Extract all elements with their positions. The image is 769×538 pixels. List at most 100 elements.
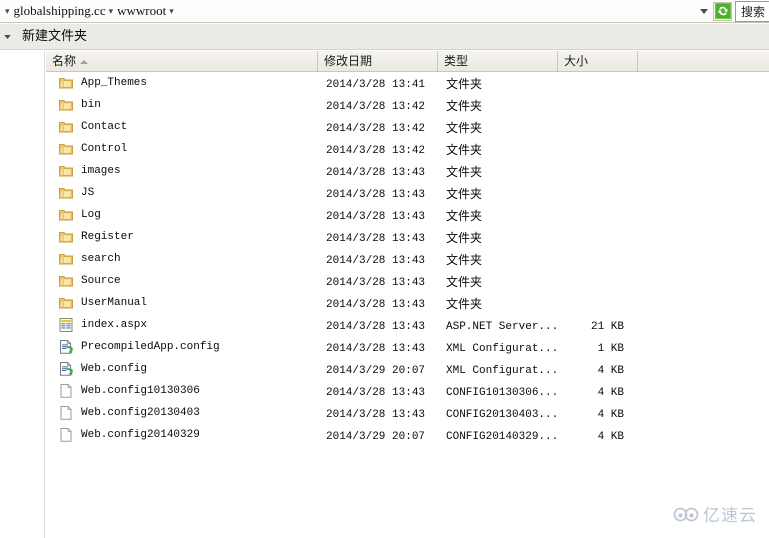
column-header-size[interactable]: 大小 — [558, 51, 638, 71]
folder-icon — [58, 163, 74, 179]
table-row[interactable]: JS 2014/3/28 13:43 文件夹 — [46, 182, 769, 204]
cell-date: 2014/3/28 13:42 — [318, 98, 438, 113]
table-row[interactable]: Log 2014/3/28 13:43 文件夹 — [46, 204, 769, 226]
folder-icon — [58, 97, 74, 113]
table-row[interactable]: index.aspx 2014/3/28 13:43 ASP.NET Server.… — [46, 314, 769, 336]
file-name-label: App_Themes — [81, 77, 148, 89]
table-row[interactable]: search 2014/3/28 13:43 文件夹 — [46, 248, 769, 270]
file-date-label: 2014/3/28 13:41 — [326, 78, 426, 91]
file-type-label: 文件夹 — [446, 164, 483, 179]
column-header-name[interactable]: 名称 — [46, 51, 318, 71]
file-type-label: 文件夹 — [446, 274, 483, 289]
cell-date: 2014/3/28 13:43 — [318, 186, 438, 201]
toolbar-overflow-icon[interactable] — [0, 24, 14, 50]
breadcrumb-leading-chevron-icon[interactable]: ▾ — [5, 6, 10, 16]
table-row[interactable]: images 2014/3/28 13:43 文件夹 — [46, 160, 769, 182]
cell-size: 4 KB — [558, 384, 638, 399]
file-name-label: Register — [81, 231, 134, 243]
cell-date: 2014/3/29 20:07 — [318, 362, 438, 377]
cell-name[interactable]: index.aspx — [46, 317, 318, 333]
new-folder-button[interactable]: 新建文件夹 — [14, 24, 95, 50]
cell-name[interactable]: Log — [46, 207, 318, 223]
column-header-date[interactable]: 修改日期 — [318, 51, 438, 71]
column-header-filler[interactable] — [638, 51, 769, 71]
cell-date: 2014/3/28 13:42 — [318, 120, 438, 135]
cell-name[interactable]: JS — [46, 185, 318, 201]
breadcrumb[interactable]: ▾ globalshipping.cc ▾ wwwroot ▾ — [0, 1, 696, 22]
file-date-label: 2014/3/28 13:43 — [326, 254, 426, 267]
table-row[interactable]: PrecompiledApp.config 2014/3/28 13:43 XML … — [46, 336, 769, 358]
cell-name[interactable]: Web.config20130403 — [46, 405, 318, 421]
cell-date: 2014/3/28 13:43 — [318, 296, 438, 311]
cell-name[interactable]: Source — [46, 273, 318, 289]
file-date-label: 2014/3/28 13:43 — [326, 276, 426, 289]
cell-name[interactable]: Contact — [46, 119, 318, 135]
file-type-label: 文件夹 — [446, 208, 483, 223]
search-input[interactable]: 搜索 — [735, 0, 769, 22]
folder-icon — [58, 273, 74, 289]
column-header-type[interactable]: 类型 — [438, 51, 558, 71]
file-name-label: Web.config20140329 — [81, 429, 200, 441]
breadcrumb-chevron-icon-1[interactable]: ▾ — [109, 6, 114, 16]
refresh-button[interactable] — [713, 1, 732, 21]
file-size-label: 21 KB — [590, 320, 624, 333]
folder-icon — [58, 207, 74, 223]
table-row[interactable]: Web.config 2014/3/29 20:07 XML Configurat.… — [46, 358, 769, 380]
cell-name[interactable]: App_Themes — [46, 75, 318, 91]
cell-name[interactable]: PrecompiledApp.config — [46, 339, 318, 355]
cell-type: 文件夹 — [438, 185, 558, 202]
xml-config-file-icon — [58, 361, 74, 377]
table-row[interactable]: Web.config20130403 2014/3/28 13:43 CONFIG2… — [46, 402, 769, 424]
file-date-label: 2014/3/28 13:43 — [326, 166, 426, 179]
breadcrumb-item-site[interactable]: globalshipping.cc — [14, 3, 106, 19]
file-size-label: 4 KB — [597, 386, 624, 399]
cell-type: ASP.NET Server... — [438, 318, 558, 333]
file-date-label: 2014/3/28 13:43 — [326, 408, 426, 421]
table-row[interactable]: App_Themes 2014/3/28 13:41 文件夹 — [46, 72, 769, 94]
breadcrumb-chevron-icon-2[interactable]: ▾ — [169, 6, 174, 16]
cell-type: 文件夹 — [438, 295, 558, 312]
file-name-label: UserManual — [81, 297, 148, 309]
cell-size: 4 KB — [558, 362, 638, 377]
table-row[interactable]: Register 2014/3/28 13:43 文件夹 — [46, 226, 769, 248]
address-bar[interactable]: ▾ globalshipping.cc ▾ wwwroot ▾ 搜索 — [0, 0, 769, 23]
table-row[interactable]: Contact 2014/3/28 13:42 文件夹 — [46, 116, 769, 138]
file-type-label: XML Configurat... — [446, 364, 559, 377]
address-dropdown-icon[interactable] — [696, 1, 712, 22]
file-name-label: Log — [81, 209, 101, 221]
table-row[interactable]: Source 2014/3/28 13:43 文件夹 — [46, 270, 769, 292]
folder-icon — [58, 185, 74, 201]
cloud-logo-icon — [673, 507, 699, 521]
file-type-label: 文件夹 — [446, 142, 483, 157]
file-name-label: PrecompiledApp.config — [81, 341, 220, 353]
cell-name[interactable]: UserManual — [46, 295, 318, 311]
explorer-window: ▾ globalshipping.cc ▾ wwwroot ▾ 搜索 新建文件夹 — [0, 0, 769, 538]
table-row[interactable]: Web.config20140329 2014/3/29 20:07 CONFIG2… — [46, 424, 769, 446]
command-toolbar: 新建文件夹 — [0, 24, 769, 50]
file-name-label: Web.config — [81, 363, 148, 375]
navigation-pane[interactable] — [0, 51, 45, 538]
cell-name[interactable]: Web.config — [46, 361, 318, 377]
file-size-label: 4 KB — [597, 364, 624, 377]
cell-name[interactable]: bin — [46, 97, 318, 113]
file-type-label: CONFIG20130403... — [446, 408, 559, 421]
cell-name[interactable]: Web.config10130306 — [46, 383, 318, 399]
cell-name[interactable]: Register — [46, 229, 318, 245]
table-row[interactable]: Web.config10130306 2014/3/28 13:43 CONFIG1… — [46, 380, 769, 402]
generic-file-icon — [58, 405, 74, 421]
table-row[interactable]: bin 2014/3/28 13:42 文件夹 — [46, 94, 769, 116]
file-date-label: 2014/3/28 13:43 — [326, 232, 426, 245]
file-type-label: ASP.NET Server... — [446, 320, 559, 333]
breadcrumb-item-wwwroot[interactable]: wwwroot — [117, 3, 166, 19]
cell-type: 文件夹 — [438, 119, 558, 136]
file-type-label: CONFIG10130306... — [446, 386, 559, 399]
cell-name[interactable]: Control — [46, 141, 318, 157]
table-row[interactable]: Control 2014/3/28 13:42 文件夹 — [46, 138, 769, 160]
table-row[interactable]: UserManual 2014/3/28 13:43 文件夹 — [46, 292, 769, 314]
file-date-label: 2014/3/28 13:42 — [326, 122, 426, 135]
cell-name[interactable]: images — [46, 163, 318, 179]
file-size-label: 1 KB — [597, 342, 624, 355]
cell-date: 2014/3/29 20:07 — [318, 428, 438, 443]
cell-name[interactable]: Web.config20140329 — [46, 427, 318, 443]
cell-name[interactable]: search — [46, 251, 318, 267]
